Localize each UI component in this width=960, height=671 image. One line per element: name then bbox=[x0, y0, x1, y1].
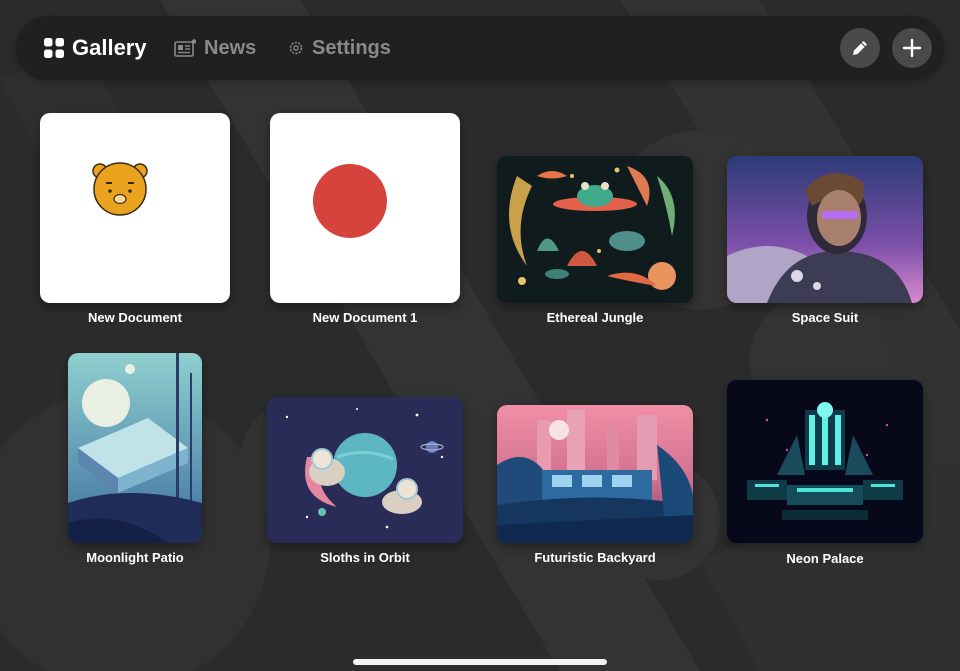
gallery-item-new-document-1[interactable]: New Document 1 bbox=[270, 113, 460, 328]
gallery-item-space-suit[interactable]: Space Suit bbox=[727, 156, 923, 328]
top-navigation-bar: Gallery News Settings bbox=[16, 16, 944, 80]
gear-icon bbox=[288, 40, 304, 56]
tab-news[interactable]: News bbox=[174, 16, 256, 80]
futuristic-backyard-artwork bbox=[497, 405, 693, 543]
add-button[interactable] bbox=[892, 28, 932, 68]
thumbnail-futuristic-backyard bbox=[497, 405, 693, 543]
neon-palace-artwork bbox=[727, 380, 923, 543]
gallery-item-title: Ethereal Jungle bbox=[546, 310, 644, 325]
thumbnail-moonlight-patio bbox=[68, 353, 202, 543]
tab-gallery-label: Gallery bbox=[72, 35, 147, 60]
sloths-in-orbit-artwork bbox=[267, 397, 463, 543]
grid-icon bbox=[44, 38, 64, 58]
gallery-item-title: Sloths in Orbit bbox=[320, 550, 410, 565]
gallery-item-ethereal-jungle[interactable]: Ethereal Jungle bbox=[497, 156, 693, 328]
thumbnail-new-document bbox=[40, 113, 230, 303]
tab-news-label: News bbox=[204, 36, 257, 59]
space-suit-artwork bbox=[727, 156, 923, 303]
tab-settings[interactable]: Settings bbox=[288, 16, 391, 80]
gallery-item-title: Futuristic Backyard bbox=[534, 550, 656, 565]
gallery-item-neon-palace[interactable]: Neon Palace bbox=[727, 380, 923, 568]
tab-gallery[interactable]: Gallery bbox=[44, 16, 147, 80]
red-circle-shape bbox=[313, 164, 387, 238]
gallery-item-title: Neon Palace bbox=[786, 551, 864, 566]
moonlight-patio-artwork bbox=[68, 353, 202, 543]
background-pattern bbox=[0, 0, 960, 671]
gallery-item-futuristic-backyard[interactable]: Futuristic Backyard bbox=[497, 405, 693, 568]
thumbnail-ethereal-jungle bbox=[497, 156, 693, 303]
thumbnail-space-suit bbox=[727, 156, 923, 303]
thumbnail-sloths-in-orbit bbox=[267, 397, 463, 543]
gallery-item-title: New Document bbox=[88, 310, 182, 325]
thumbnail-new-document-1 bbox=[270, 113, 460, 303]
ethereal-jungle-artwork bbox=[497, 156, 693, 303]
tab-settings-label: Settings bbox=[312, 36, 391, 59]
gallery-item-sloths-in-orbit[interactable]: Sloths in Orbit bbox=[267, 397, 463, 568]
gallery-item-title: New Document 1 bbox=[312, 310, 418, 325]
gallery-item-title: Space Suit bbox=[791, 310, 859, 325]
plus-icon bbox=[902, 38, 922, 58]
gallery-item-new-document[interactable]: New Document bbox=[40, 113, 230, 328]
home-indicator[interactable] bbox=[353, 659, 607, 665]
gallery-item-moonlight-patio[interactable]: Moonlight Patio bbox=[68, 353, 202, 568]
gallery-item-title: Moonlight Patio bbox=[86, 550, 184, 565]
thumbnail-neon-palace bbox=[727, 380, 923, 543]
newspaper-icon bbox=[174, 39, 196, 57]
pencil-icon bbox=[850, 38, 870, 58]
bear-face-icon bbox=[92, 162, 148, 216]
edit-button[interactable] bbox=[840, 28, 880, 68]
